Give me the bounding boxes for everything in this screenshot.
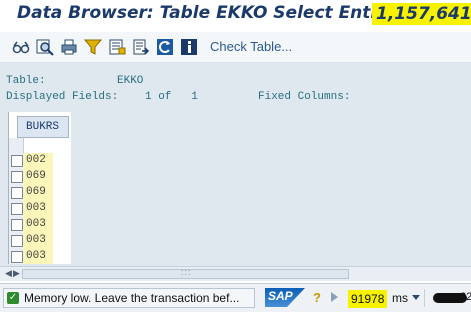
horizontal-scrollbar[interactable]: ◀ ▶ ::: <box>0 266 471 281</box>
displayed-fields-value: 1 of 1 <box>145 91 198 103</box>
layout-icon[interactable] <box>108 38 126 56</box>
table-row[interactable]: 002 <box>9 153 69 169</box>
column-header-label: BUKRS <box>26 121 60 133</box>
glasses-icon[interactable] <box>12 38 30 56</box>
table-row[interactable]: 003 <box>9 233 69 249</box>
bukrs-cell: 069 <box>26 186 46 198</box>
partial-text: 22 <box>460 291 471 303</box>
table-value: EKKO <box>117 75 144 87</box>
print-icon[interactable] <box>60 38 78 56</box>
bukrs-cell: 003 <box>26 218 46 230</box>
check-table-button[interactable]: Check Table... <box>210 39 292 54</box>
bukrs-cell: 002 <box>26 154 46 166</box>
column-header-bukrs[interactable]: BUKRS <box>17 116 69 138</box>
bukrs-cell: 069 <box>26 170 46 182</box>
row-checkbox[interactable] <box>11 187 23 199</box>
check-icon: ✓ <box>7 292 19 304</box>
row-checkbox[interactable] <box>11 251 23 263</box>
displayed-fields-label: Displayed Fields: <box>6 91 119 103</box>
table-row[interactable]: 069 <box>9 169 69 185</box>
row-checkbox[interactable] <box>11 155 23 167</box>
row-checkbox[interactable] <box>11 219 23 231</box>
scroll-left-icon[interactable]: ◀ <box>5 268 12 279</box>
sap-logo-icon: SAP <box>265 288 305 307</box>
find-icon[interactable] <box>36 38 54 56</box>
bukrs-cell: 003 <box>26 202 46 214</box>
status-message: Memory low. Leave the transaction bef... <box>24 291 240 305</box>
toolbar: Check Table... <box>0 32 471 63</box>
bukrs-cell: 003 <box>26 250 46 262</box>
table-row[interactable]: 003 <box>9 201 69 217</box>
info-icon[interactable] <box>180 38 198 56</box>
row-checkbox[interactable] <box>11 235 23 247</box>
refresh-icon[interactable] <box>156 38 174 56</box>
window-title: Data Browser: Table EKKO Select Entries <box>17 3 407 23</box>
scroll-right-icon[interactable]: ▶ <box>13 268 20 279</box>
time-unit: ms <box>392 291 408 305</box>
bukrs-cell: 003 <box>26 234 46 246</box>
grip-icon: ::: <box>181 267 192 277</box>
filter-icon[interactable] <box>84 38 102 56</box>
entry-count: 1,157,641 <box>372 3 471 25</box>
row-checkbox[interactable] <box>11 171 23 183</box>
dropdown-icon[interactable] <box>412 295 420 300</box>
export-icon[interactable] <box>132 38 150 56</box>
row-checkbox[interactable] <box>11 203 23 215</box>
response-time: 91978 <box>348 290 388 308</box>
status-bar: ✓ Memory low. Leave the transaction bef.… <box>0 283 471 312</box>
table-row[interactable]: 069 <box>9 185 69 201</box>
status-message-box[interactable]: ✓ Memory low. Leave the transaction bef.… <box>3 288 255 308</box>
fixed-columns-label: Fixed Columns: <box>258 91 351 103</box>
table-row[interactable]: 003 <box>9 249 69 265</box>
scroll-thumb[interactable]: ::: <box>22 267 349 279</box>
title-bar: Data Browser: Table EKKO Select Entries … <box>0 0 471 30</box>
table-label: Table: <box>6 75 46 87</box>
play-icon[interactable] <box>331 292 338 302</box>
help-icon[interactable]: ? <box>313 290 327 306</box>
divider <box>424 289 425 307</box>
table-row[interactable]: 003 <box>9 217 69 233</box>
